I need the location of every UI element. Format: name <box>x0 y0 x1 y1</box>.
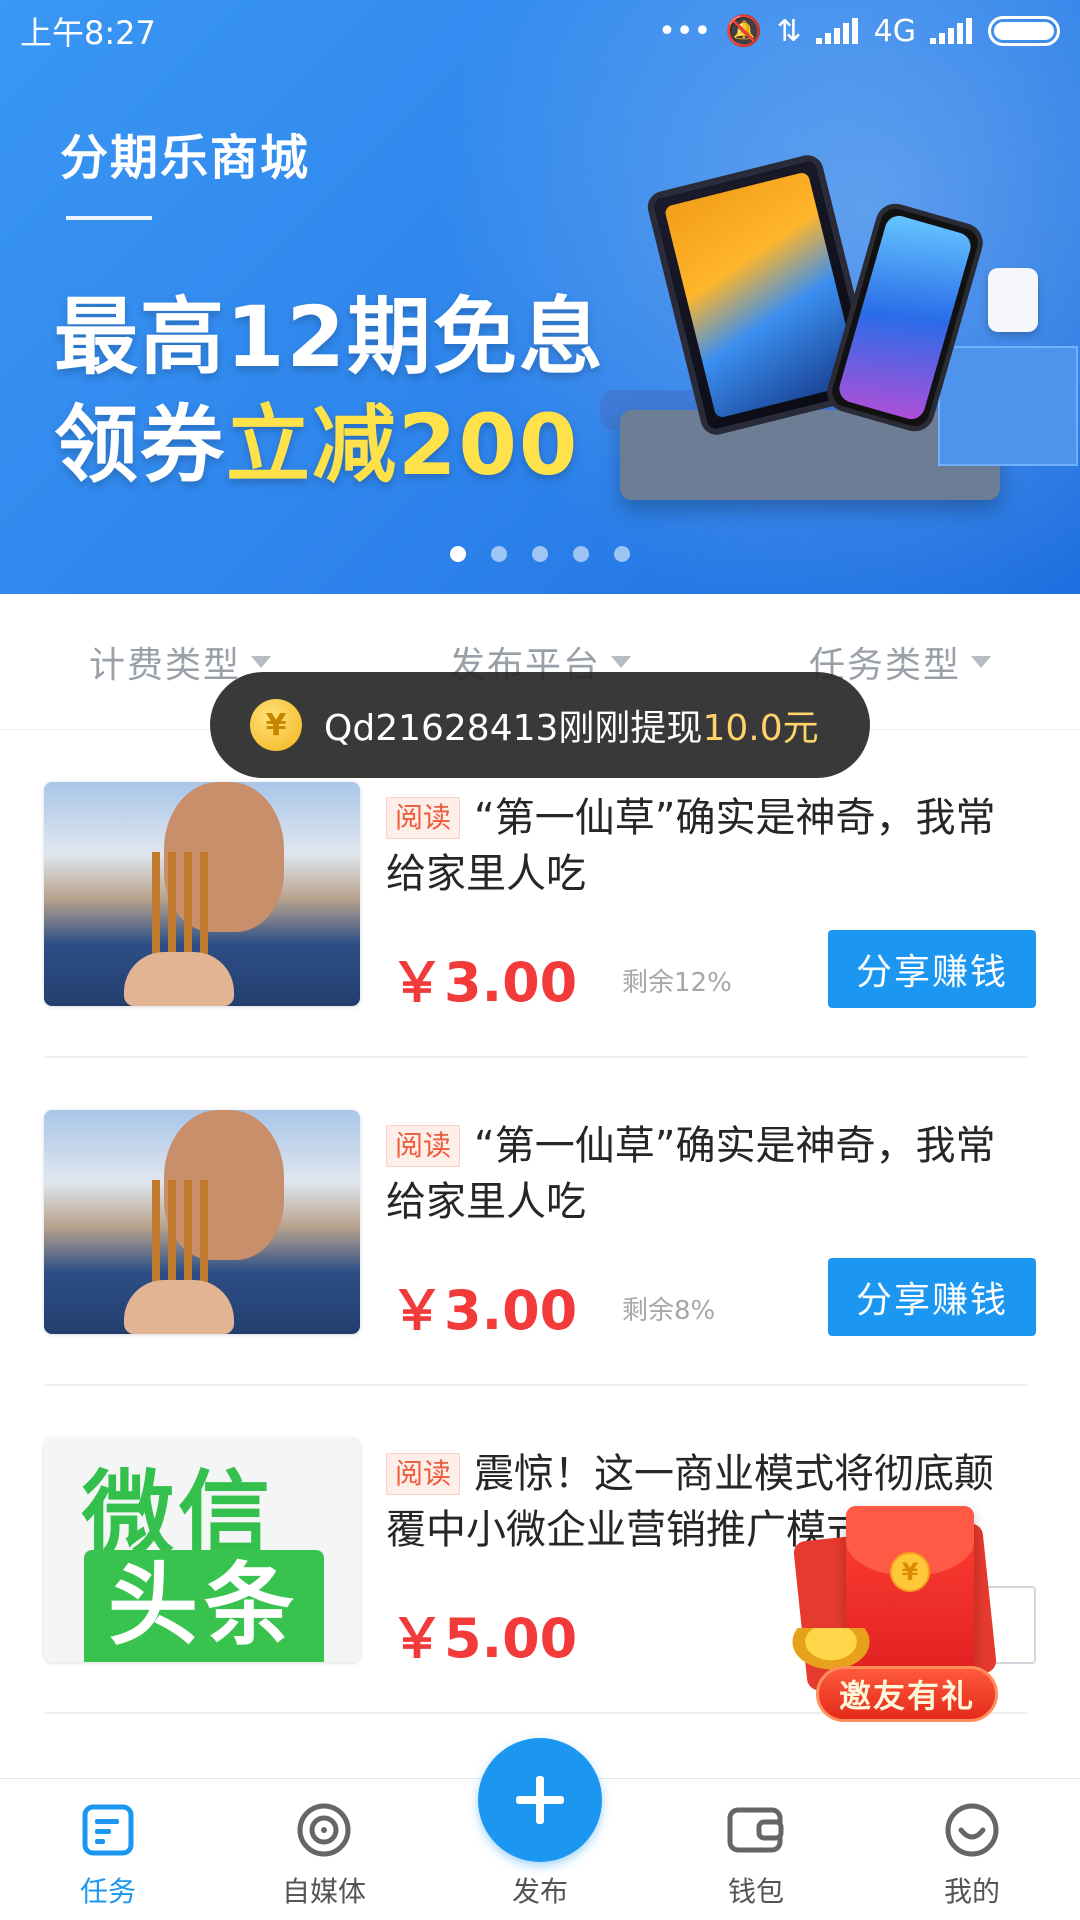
banner-brand: 分期乐商城 <box>60 130 311 186</box>
signal-icon-2 <box>930 18 974 44</box>
signal-icon <box>815 18 860 44</box>
coin-icon: ¥ <box>250 699 302 751</box>
tab-mine[interactable]: 我的 <box>864 1779 1080 1920</box>
banner-headline-2: 领券立减200 <box>54 378 579 499</box>
banner-divider <box>66 216 152 220</box>
task-item[interactable]: 阅读 “第一仙草”确实是神奇，我常给家里人吃 ￥3.00 剩余8% 分享赚钱 <box>44 1058 1036 1386</box>
airpods-image <box>988 268 1038 332</box>
tab-label: 自媒体 <box>281 1875 366 1908</box>
tab-wallet[interactable]: 钱包 <box>648 1779 864 1920</box>
thumbnail-text-bottom: 头条 <box>84 1550 324 1662</box>
banner-dot[interactable] <box>532 546 548 562</box>
task-tag: 阅读 <box>386 1453 461 1495</box>
status-icons: ••• 🔕 ⇅ 4G <box>658 14 1060 49</box>
task-title: 阅读 “第一仙草”确实是神奇，我常给家里人吃 <box>386 1118 1026 1230</box>
banner-dot[interactable] <box>614 546 630 562</box>
caret-down-icon <box>971 655 991 668</box>
invite-label: 邀友有礼 <box>816 1666 998 1722</box>
task-title-text: “第一仙草”确实是神奇，我常给家里人吃 <box>386 795 996 897</box>
tab-label: 发布 <box>511 1875 568 1908</box>
task-icon <box>78 1800 138 1860</box>
tab-label: 钱包 <box>727 1875 784 1908</box>
invite-red-packet[interactable]: ¥ 邀友有礼 <box>780 1500 1030 1728</box>
task-price: ￥3.00 <box>390 1279 578 1342</box>
task-thumbnail <box>44 1110 360 1334</box>
banner-headline-2-prefix: 领券 <box>54 396 227 494</box>
banner-box <box>938 346 1078 466</box>
caret-down-icon <box>611 655 631 668</box>
task-thumbnail: 微信 头条 <box>44 1438 360 1662</box>
more-icon: ••• <box>658 13 712 49</box>
share-earn-button[interactable]: 分享赚钱 <box>828 930 1036 1008</box>
banner-dot[interactable] <box>450 546 466 562</box>
publish-button[interactable] <box>478 1738 602 1862</box>
task-title: 阅读 “第一仙草”确实是神奇，我常给家里人吃 <box>386 790 1026 902</box>
task-remaining: 剩余8% <box>622 1296 716 1326</box>
hand-image <box>124 952 234 1006</box>
data-transfer-icon: ⇅ <box>776 13 802 49</box>
task-remaining: 剩余12% <box>622 968 732 998</box>
tab-label: 任务 <box>79 1875 136 1908</box>
network-type: 4G <box>873 13 916 49</box>
mute-icon: 🔕 <box>725 13 763 49</box>
toast-message: Qd21628413刚刚提现 <box>324 708 703 749</box>
smile-icon <box>942 1800 1002 1860</box>
banner-headline-1: 最高12期免息 <box>54 288 605 386</box>
status-time: 上午8:27 <box>20 14 156 52</box>
tab-label: 我的 <box>943 1875 1000 1908</box>
task-thumbnail <box>44 782 360 1006</box>
tab-media[interactable]: 自媒体 <box>216 1779 432 1920</box>
promo-banner[interactable]: 分期乐商城 最高12期免息 领券立减200 <box>0 0 1080 594</box>
withdraw-toast: ¥ Qd21628413刚刚提现 10.0元 <box>210 672 870 778</box>
task-title-text: “第一仙草”确实是神奇，我常给家里人吃 <box>386 1123 996 1225</box>
banner-headline-2-highlight: 立减200 <box>226 396 580 494</box>
share-earn-button[interactable]: 分享赚钱 <box>828 1258 1036 1336</box>
task-tag: 阅读 <box>386 1125 461 1167</box>
plus-icon <box>516 1776 564 1824</box>
toast-amount: 10.0元 <box>702 708 819 749</box>
target-icon <box>294 1800 354 1860</box>
battery-icon <box>988 16 1060 46</box>
caret-down-icon <box>251 655 271 668</box>
banner-pagination <box>0 546 1080 562</box>
hand-image <box>124 1280 234 1334</box>
task-item[interactable]: 阅读 “第一仙草”确实是神奇，我常给家里人吃 ￥3.00 剩余12% 分享赚钱 <box>44 730 1036 1058</box>
banner-dot[interactable] <box>491 546 507 562</box>
wallet-icon <box>726 1800 786 1860</box>
filter-label: 计费类型 <box>88 644 241 686</box>
yuan-coin-icon: ¥ <box>890 1552 930 1592</box>
status-bar: 上午8:27 ••• 🔕 ⇅ 4G <box>0 0 1080 62</box>
task-price: ￥3.00 <box>390 951 578 1014</box>
banner-dot[interactable] <box>573 546 589 562</box>
tab-task[interactable]: 任务 <box>0 1779 216 1920</box>
task-price: ￥5.00 <box>390 1607 578 1670</box>
task-tag: 阅读 <box>386 797 461 839</box>
